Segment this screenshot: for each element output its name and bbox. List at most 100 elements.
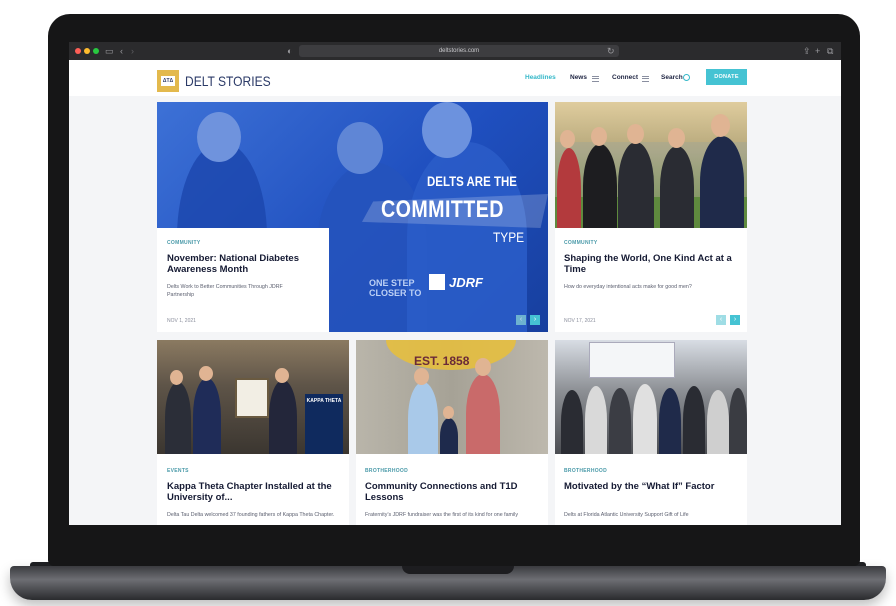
nav-headlines[interactable]: Headlines [525,73,556,83]
hero-person-center-head [337,122,383,174]
featured-person-4 [660,146,694,228]
connect-menu-icon[interactable] [642,76,649,82]
card2-description: Fraternity’s JDRF fundraiser was the fir… [365,512,518,518]
browser-toolbar: ▭ ‹ › ◐ deltstories.com ↻ ⇪ + ⧉ [69,42,841,60]
featured-person-2-head [591,127,607,146]
featured-description: How do everyday intentional acts make fo… [564,284,692,290]
card1-person-1-head [170,370,183,385]
nav-search[interactable]: Search [661,73,683,83]
card2-person-man [466,374,500,454]
jdrf-logo-text: JDRF [449,275,483,290]
site-logo[interactable]: ΔTΔ [157,70,179,92]
card1-person-2 [193,378,221,454]
hero-card[interactable]: COMMUNITY November: National Diabetes Aw… [157,228,329,332]
jdrf-logo-mark [429,274,445,290]
card2-person-child-head [443,406,454,419]
card1-banner-text: KAPPA THETA [306,398,342,404]
featured-prev-arrow[interactable]: ‹ [716,315,726,325]
card3-person-4 [633,384,657,454]
new-tab-icon[interactable]: + [815,45,820,57]
card1-title[interactable]: Kappa Theta Chapter Installed at the Uni… [167,481,343,503]
search-icon[interactable] [683,74,690,81]
donate-button[interactable]: DONATE [706,69,747,85]
featured-person-2 [583,144,617,228]
card1[interactable]: EVENTS Kappa Theta Chapter Installed at … [157,454,349,525]
site-name[interactable]: DELT STORIES [185,73,271,89]
card3-person-2 [585,386,607,454]
card2[interactable]: BROTHERHOOD Community Connections and T1… [356,454,548,525]
card3-person-6 [683,386,705,454]
featured-person-5-head [711,114,730,137]
hero-title[interactable]: November: National Diabetes Awareness Mo… [167,253,317,275]
nav-connect[interactable]: Connect [612,73,638,83]
featured-date: NOV 17, 2021 [564,318,596,324]
address-bar[interactable]: deltstories.com [299,45,619,57]
featured-person-1 [557,148,581,228]
card1-banner: KAPPA THETA [305,394,343,454]
card3-description: Delts at Florida Atlantic University Sup… [564,512,689,518]
card1-person-2-head [199,366,213,381]
featured-person-4-head [668,128,685,148]
laptop-screen: ▭ ‹ › ◐ deltstories.com ↻ ⇪ + ⧉ ΔTΔ DELT… [69,42,841,525]
hero-person-left-head [197,112,241,162]
featured-person-3 [618,142,654,228]
sidebar-icon[interactable]: ▭ [105,45,114,57]
hero-category[interactable]: COMMUNITY [167,240,201,246]
close-window-button[interactable] [75,48,81,54]
card2-person-woman-head [414,368,429,385]
featured-person-3-head [627,124,644,144]
card2-title[interactable]: Community Connections and T1D Lessons [365,481,541,503]
hero-date: NOV 1, 2021 [167,318,196,324]
back-icon[interactable]: ‹ [120,45,123,57]
hero-person-right-head [422,102,472,158]
card3-category[interactable]: BROTHERHOOD [564,468,607,474]
card3-image[interactable] [555,340,747,454]
reload-icon[interactable]: ↻ [607,45,615,57]
featured-person-5 [700,136,744,228]
card3-person-7 [707,390,729,454]
forward-icon[interactable]: › [131,45,134,57]
featured-next-arrow[interactable]: › [730,315,740,325]
hero-promo-line2: COMMITTED [381,196,504,223]
card1-person-3 [269,380,297,454]
card2-person-man-head [475,358,491,376]
share-icon[interactable]: ⇪ [803,45,811,57]
card2-mural-text: EST. 1858 [414,354,470,368]
card3-person-8 [729,388,747,454]
hero-next-arrow[interactable]: › [530,315,540,325]
featured-title[interactable]: Shaping the World, One Kind Act at a Tim… [564,253,740,275]
laptop-notch [402,566,514,574]
card1-person-3-head [275,368,289,383]
minimize-window-button[interactable] [84,48,90,54]
card3-person-5 [659,388,681,454]
card1-image[interactable]: KAPPA THETA [157,340,349,454]
featured-image[interactable] [555,102,747,228]
web-page: ΔTΔ DELT STORIES Headlines News Connect … [69,60,841,525]
hero-promo-line3: TYPE [493,229,525,245]
card3-person-3 [609,388,631,454]
url-text: deltstories.com [438,48,480,54]
maximize-window-button[interactable] [93,48,99,54]
hero-description: Delts Work to Better Communities Through… [167,284,283,298]
privacy-shield-icon[interactable]: ◐ [287,45,292,57]
card2-category[interactable]: BROTHERHOOD [365,468,408,474]
card3[interactable]: BROTHERHOOD Motivated by the “What If” F… [555,454,747,525]
card3-title[interactable]: Motivated by the “What If” Factor [564,481,740,492]
news-menu-icon[interactable] [592,76,599,82]
card1-person-1 [165,382,191,454]
tabs-overview-icon[interactable]: ⧉ [827,45,833,57]
card2-image[interactable]: EST. 1858 [356,340,548,454]
card1-category[interactable]: EVENTS [167,468,189,474]
card3-person-1 [561,390,583,454]
site-header: ΔTΔ DELT STORIES Headlines News Connect … [69,60,841,96]
hero-prev-arrow[interactable]: ‹ [516,315,526,325]
laptop-base [10,566,886,600]
logo-mark: ΔTΔ [161,76,175,86]
nav-news[interactable]: News [570,73,587,83]
card1-description: Delta Tau Delta welcomed 37 founding fat… [167,512,335,518]
card2-person-woman [408,382,438,454]
card2-person-child [440,418,458,454]
featured-category[interactable]: COMMUNITY [564,240,598,246]
card1-certificate [235,378,269,418]
featured-person-1-head [560,130,575,148]
